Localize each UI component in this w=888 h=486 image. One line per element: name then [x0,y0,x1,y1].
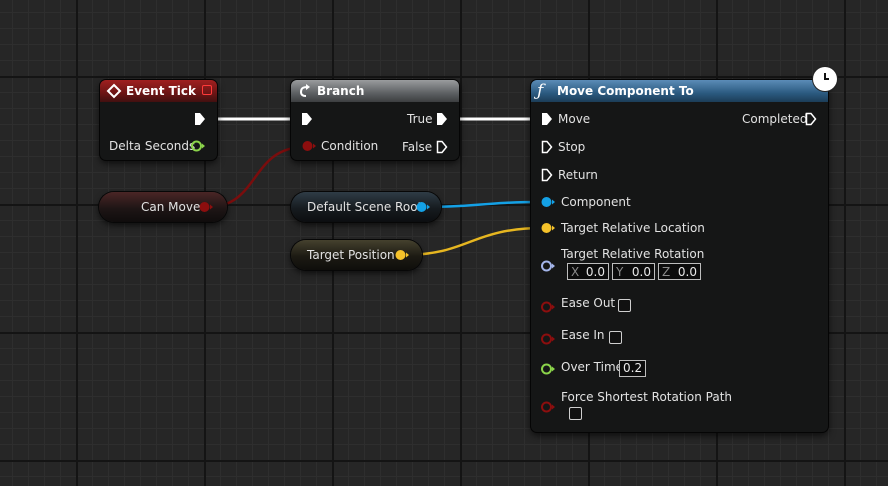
return-label: Return [558,168,598,182]
rotation-z-axis-label: Z [662,265,671,279]
over-time-label: Over Time [561,360,624,374]
ease-out-pin[interactable] [540,300,556,314]
event-tick-node[interactable]: Event Tick Delta Seconds [100,80,217,160]
object-wire-sceneroot-component [422,200,545,209]
completed-label: Completed [742,112,808,126]
target-rotation-pin[interactable] [540,259,556,273]
condition-label: Condition [321,139,379,153]
function-f-icon: ƒ [537,81,544,101]
event-tick-header[interactable]: Event Tick [100,80,217,102]
force-shortest-checkbox[interactable] [569,407,582,420]
event-diamond-icon [106,83,122,99]
target-position-variable-node[interactable]: Target Position [291,240,422,270]
vector-wire-targetpos-location [402,226,545,257]
move-exec-in-pin[interactable] [540,112,554,126]
true-exec-out-pin[interactable] [435,112,449,126]
branch-arrow-icon [297,83,313,99]
component-label: Component [561,195,631,209]
target-position-out-pin[interactable] [394,248,410,262]
false-exec-out-pin[interactable] [435,140,449,154]
force-shortest-label: Force Shortest Rotation Path [561,390,732,404]
delegate-square-icon[interactable] [202,85,212,95]
default-scene-root-label: Default Scene Root [307,200,423,214]
rotation-y-field[interactable]: Y 0.0 [612,263,655,280]
condition-pin[interactable] [301,139,317,153]
stop-label: Stop [558,140,586,154]
default-scene-root-variable-node[interactable]: Default Scene Root [291,192,441,222]
scene-root-out-pin[interactable] [415,200,431,214]
rotation-x-axis-label: X [571,265,580,279]
stop-exec-in-pin[interactable] [540,140,554,154]
over-time-field[interactable]: 0.2 [619,360,647,377]
target-location-label: Target Relative Location [561,221,705,235]
component-pin[interactable] [540,195,556,209]
move-label: Move [558,112,591,126]
can-move-variable-node[interactable]: Can Move [99,192,227,222]
force-shortest-pin[interactable] [540,400,556,414]
rotation-x-value: 0.0 [585,265,605,279]
rotation-z-field[interactable]: Z 0.0 [658,263,701,280]
target-position-label: Target Position [307,248,395,262]
ease-in-checkbox[interactable] [609,331,622,344]
move-component-header[interactable]: ƒ Move Component To [531,80,828,102]
branch-title: Branch [317,84,365,98]
event-tick-title: Event Tick [126,84,197,98]
move-component-title: Move Component To [557,84,694,98]
completed-exec-out-pin[interactable] [804,112,818,126]
branch-node[interactable]: Branch Condition True False [291,80,459,160]
false-label: False [402,140,433,154]
delta-seconds-label: Delta Seconds [109,139,196,153]
move-component-to-node[interactable]: ƒ Move Component To Move Completed Stop … [531,80,828,432]
rotation-y-axis-label: Y [616,265,624,279]
ease-out-label: Ease Out [561,296,616,310]
rotation-z-value: 0.0 [677,265,697,279]
branch-exec-in-pin[interactable] [300,112,314,126]
over-time-pin[interactable] [540,362,556,376]
rotation-x-field[interactable]: X 0.0 [567,263,609,280]
branch-header[interactable]: Branch [291,80,459,102]
can-move-out-pin[interactable] [198,200,214,214]
target-rotation-label: Target Relative Rotation [561,247,705,261]
ease-in-pin[interactable] [540,332,556,346]
rotation-y-value: 0.0 [631,265,651,279]
target-location-pin[interactable] [540,221,556,235]
clock-icon [813,67,837,91]
delta-seconds-pin[interactable] [190,139,206,153]
ease-out-checkbox[interactable] [618,299,631,312]
can-move-label: Can Move [141,200,201,214]
exec-out-pin[interactable] [193,112,207,126]
true-label: True [407,112,433,126]
ease-in-label: Ease In [561,328,605,342]
return-exec-in-pin[interactable] [540,168,554,182]
